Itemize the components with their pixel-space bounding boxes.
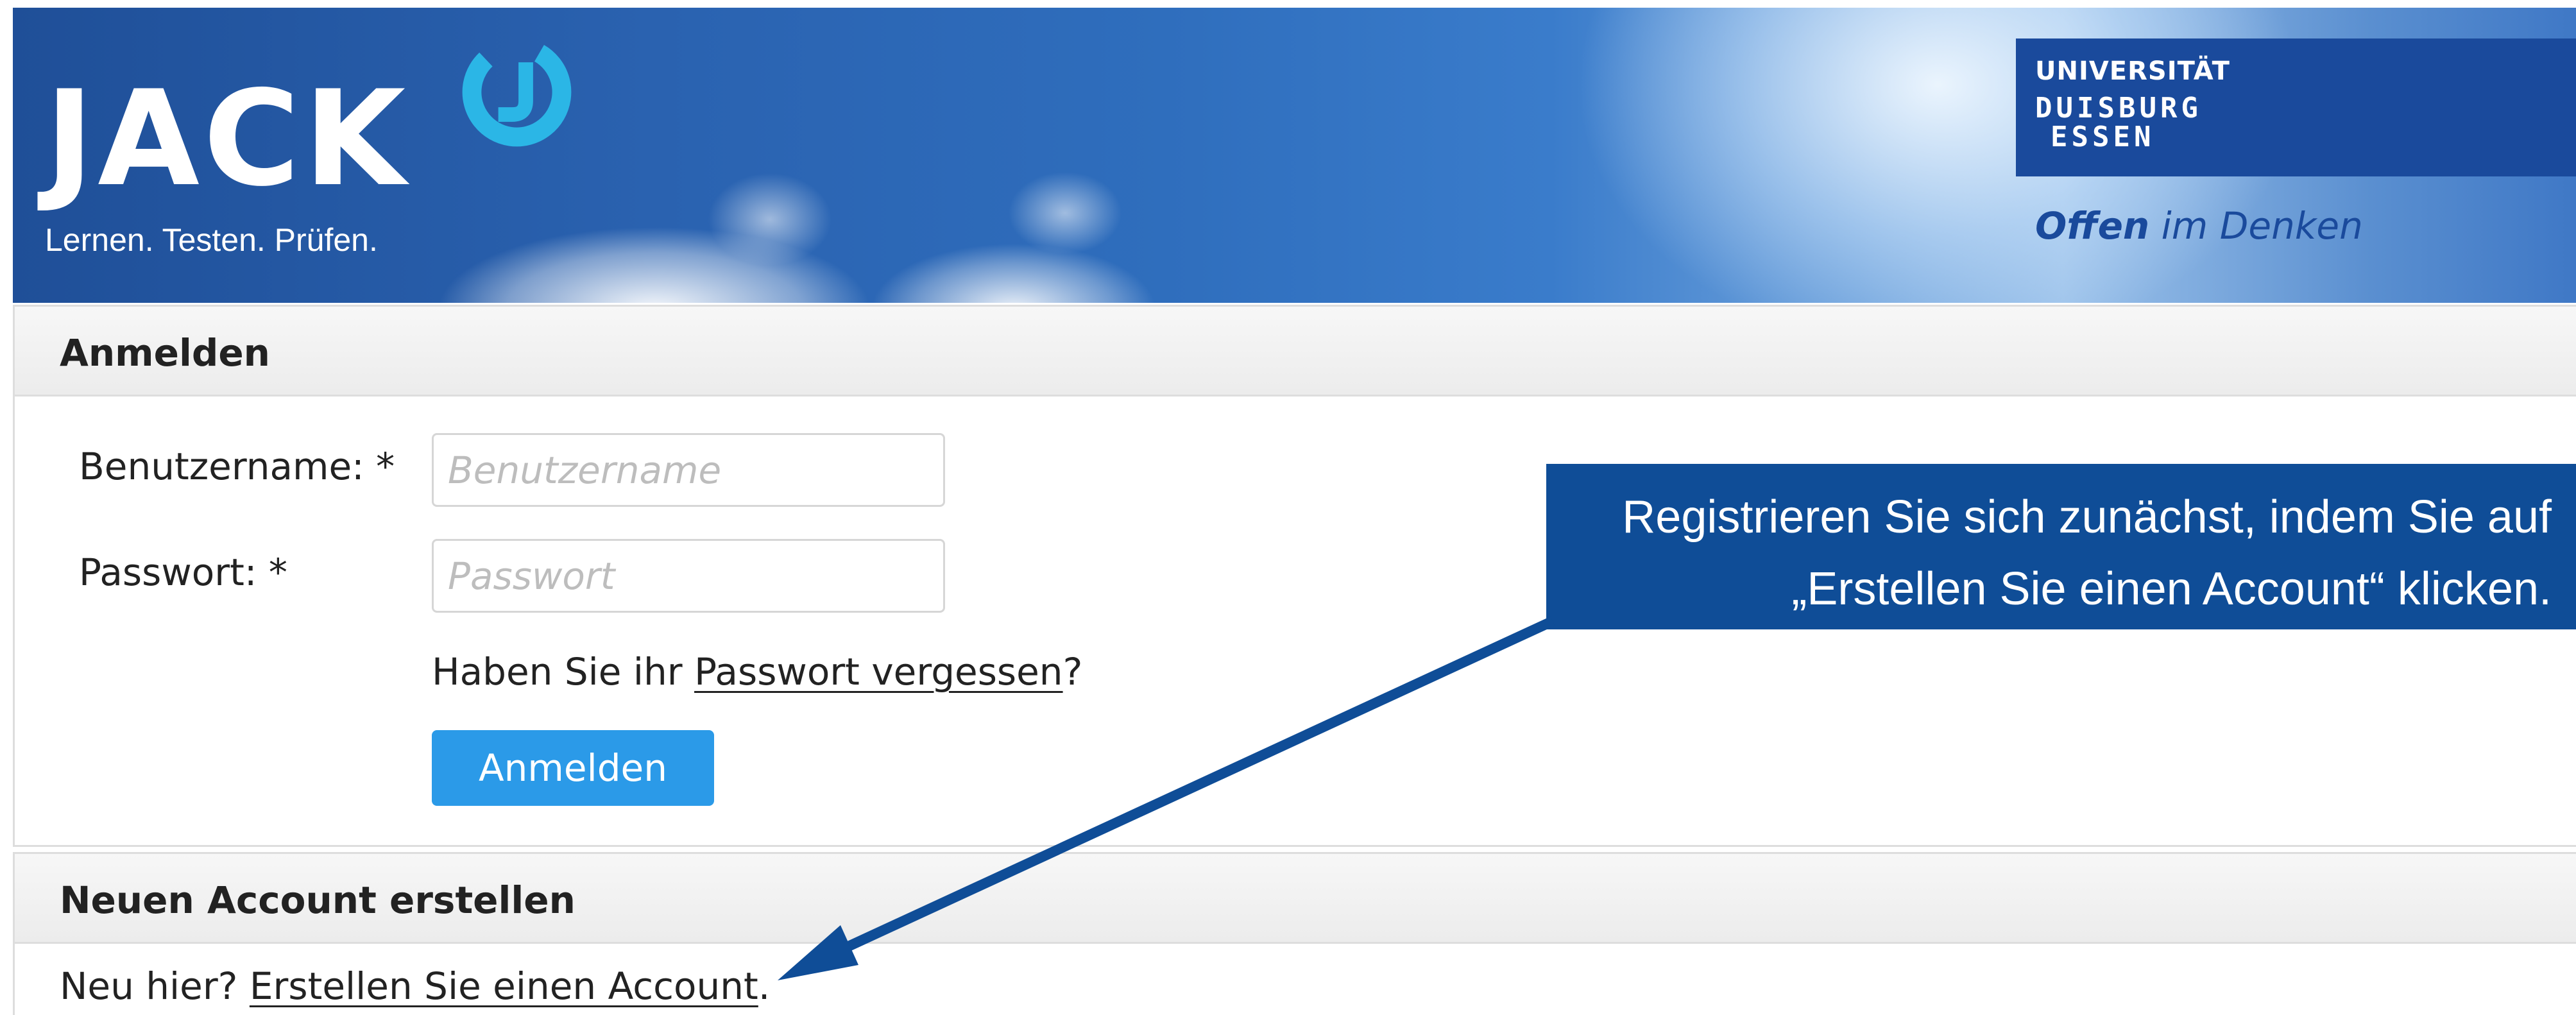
callout-line2: „Erstellen Sie einen Account“ klicken. [1791,563,2552,615]
university-name-duisburg: DUISBURG [2035,92,2202,124]
tagline: Lernen. Testen. Prüfen. [45,222,378,258]
new-account-panel: Neuen Account erstellen Neu hier? Erstel… [13,852,2576,1015]
forgot-password-link[interactable]: Passwort vergessen [694,650,1063,694]
password-label: Passwort: * [79,550,287,594]
jack-logo-icon [462,37,572,147]
new-account-text: Neu hier? Erstellen Sie einen Account. [60,964,771,1008]
username-input[interactable] [432,433,945,507]
login-button[interactable]: Anmelden [432,730,714,806]
create-account-link[interactable]: Erstellen Sie einen Account [250,964,758,1008]
university-name-essen: ESSEN [2051,121,2155,153]
username-label: Benutzername: * [79,445,395,488]
instruction-callout: Registrieren Sie sich zunächst, indem Si… [1546,464,2576,629]
university-name-line1: UNIVERSITÄT [2035,56,2230,86]
password-input[interactable] [432,539,945,613]
forgot-password-text: Haben Sie ihr Passwort vergessen? [432,650,1083,694]
app-logo-text: JACK [45,63,410,216]
callout-line1: Registrieren Sie sich zunächst, indem Si… [1622,491,2552,543]
university-slogan: Offen im Denken [2035,204,2363,248]
new-account-panel-title: Neuen Account erstellen [15,854,2576,944]
login-panel-title: Anmelden [15,307,2576,397]
